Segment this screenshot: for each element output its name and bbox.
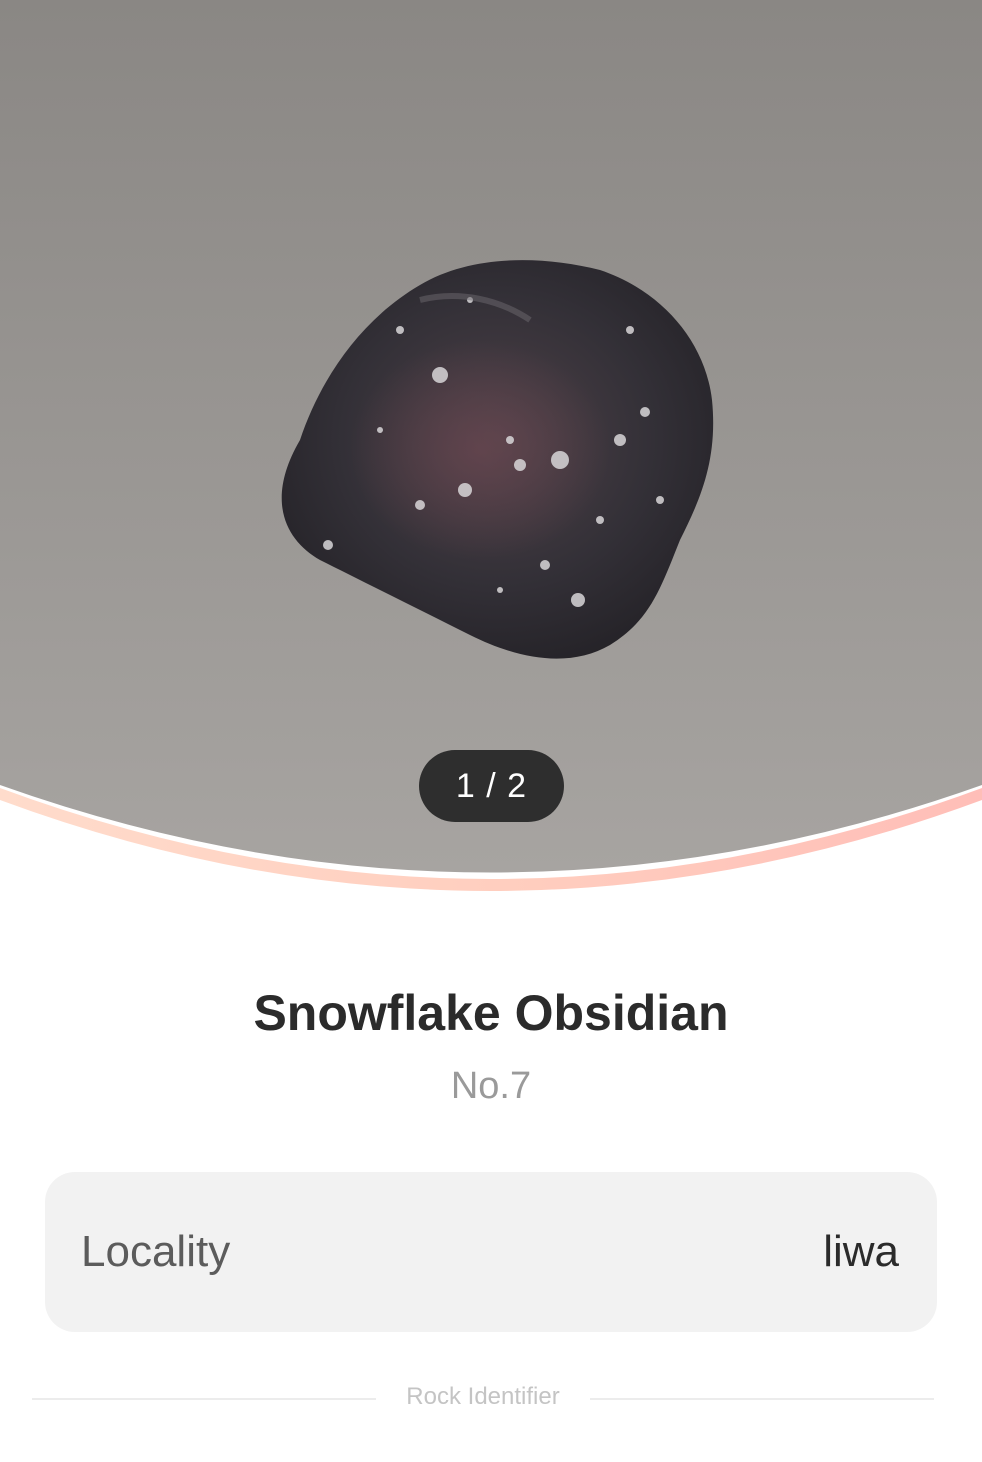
locality-row[interactable]: Locality liwa [45,1172,937,1332]
footer-divider-left [32,1398,376,1400]
footer-brand: Rock Identifier [406,1383,560,1410]
specimen-detail-page: 1 / 2 Snowflake Obsidian No.7 Locality l… [0,0,982,1462]
image-counter: 1 / 2 [419,750,564,822]
footer-divider-right [590,1398,934,1400]
locality-value: liwa [823,1227,899,1276]
specimen-name: Snowflake Obsidian [253,985,729,1041]
locality-label: Locality [81,1227,231,1276]
specimen-number: No.7 [450,1065,532,1107]
